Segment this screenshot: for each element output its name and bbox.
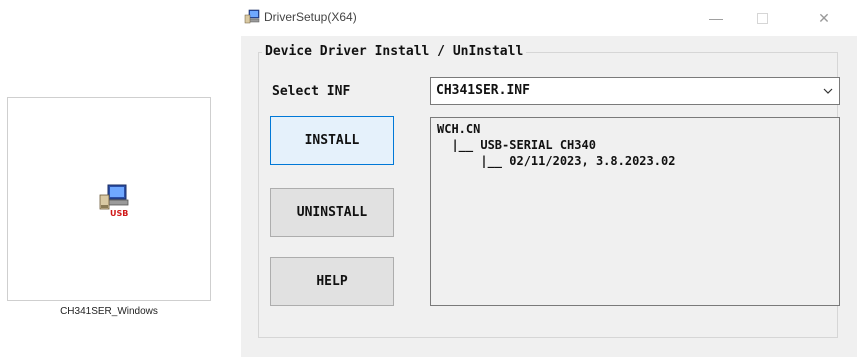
- info-line-device: |__ USB-SERIAL CH340: [437, 138, 596, 152]
- driver-setup-window: DriverSetup(X64) — ✕ Device Driver Insta…: [241, 0, 857, 357]
- maximize-icon: [756, 12, 768, 24]
- install-button-label: INSTALL: [304, 133, 360, 148]
- inf-select-value: CH341SER.INF: [436, 83, 530, 98]
- info-line-version: |__ 02/11/2023, 3.8.2023.02: [437, 154, 676, 168]
- usb-label: USB: [110, 209, 128, 218]
- close-icon: ✕: [818, 9, 830, 26]
- usb-setup-icon: USB: [99, 184, 129, 218]
- maximize-button[interactable]: [739, 0, 785, 36]
- computer-setup-icon: [244, 9, 260, 24]
- uninstall-button-label: UNINSTALL: [296, 205, 368, 220]
- driver-info-box: WCH.CN |__ USB-SERIAL CH340 |__ 02/11/20…: [430, 117, 840, 306]
- close-button[interactable]: ✕: [801, 0, 847, 36]
- file-name-label[interactable]: CH341SER_Windows: [7, 306, 211, 317]
- groupbox-title: Device Driver Install / UnInstall: [262, 44, 527, 59]
- title-bar[interactable]: DriverSetup(X64) — ✕: [241, 0, 857, 36]
- file-tile[interactable]: USB: [7, 97, 211, 301]
- select-inf-label: Select INF: [272, 84, 351, 99]
- inf-select-dropdown[interactable]: CH341SER.INF: [430, 77, 840, 105]
- minimize-button[interactable]: —: [693, 0, 739, 36]
- minimize-icon: —: [709, 10, 723, 26]
- window-title: DriverSetup(X64): [264, 10, 357, 24]
- help-button-label: HELP: [316, 274, 348, 289]
- info-line-vendor: WCH.CN: [437, 122, 481, 136]
- install-button[interactable]: INSTALL: [270, 116, 394, 165]
- uninstall-button[interactable]: UNINSTALL: [270, 188, 394, 237]
- help-button[interactable]: HELP: [270, 257, 394, 306]
- chevron-down-icon: [823, 88, 833, 94]
